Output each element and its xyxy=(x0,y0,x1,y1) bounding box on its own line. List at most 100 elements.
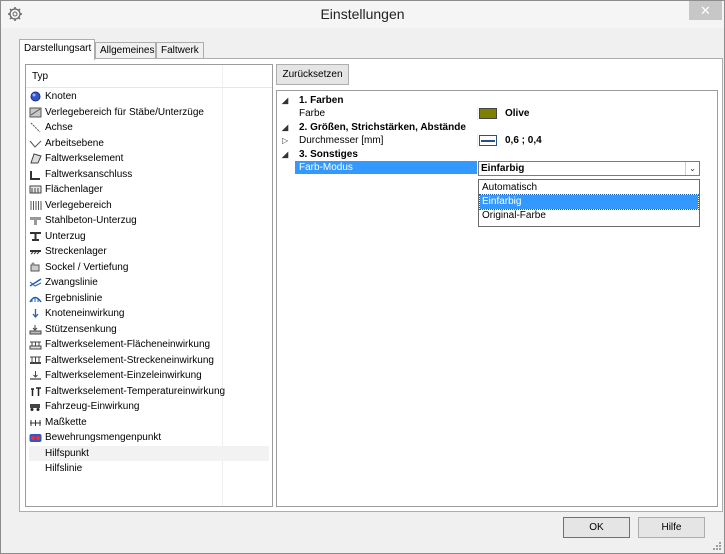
list-item[interactable]: Knoteneinwirkung xyxy=(29,306,269,321)
list-item-label: Faltwerkselement-Streckeneinwirkung xyxy=(45,354,214,366)
category-colors[interactable]: ◢ 1. Farben xyxy=(277,94,717,107)
list-item-label: Verlegebereich xyxy=(45,199,112,211)
color-swatch xyxy=(479,108,497,119)
column-settlement-icon xyxy=(29,324,42,334)
title-bar: Einstellungen ✕ xyxy=(1,1,724,28)
farbmodus-select[interactable]: Einfarbig ⌄ xyxy=(478,161,700,176)
property-farbe[interactable]: Farbe Olive xyxy=(277,107,717,120)
reset-button[interactable]: Zurücksetzen xyxy=(276,64,349,85)
grid-divider xyxy=(477,107,478,120)
close-icon: ✕ xyxy=(700,3,711,18)
placement-region-icon xyxy=(30,200,42,210)
list-item[interactable]: Faltwerkselement xyxy=(29,151,269,166)
dimension-chain-icon xyxy=(30,419,41,426)
list-item[interactable]: Verlegebereich für Stäbe/Unterzüge xyxy=(29,105,269,120)
folded-plate-element-icon xyxy=(30,153,42,164)
list-item-label: Faltwerkselement-Einzeleinwirkung xyxy=(45,370,202,381)
option-einfarbig[interactable]: Einfarbig xyxy=(479,194,699,210)
category-misc[interactable]: ◢ 3. Sonstiges xyxy=(277,148,717,161)
list-item[interactable]: Ergebnislinie xyxy=(29,291,269,306)
tab-darstellungsart[interactable]: Darstellungsart xyxy=(19,39,95,60)
list-item[interactable]: Stützensenkung xyxy=(29,322,269,337)
axis-icon xyxy=(30,122,41,133)
list-item[interactable]: Hilfslinie xyxy=(29,461,269,476)
list-item[interactable]: Achse xyxy=(29,120,269,135)
list-item[interactable]: Streckenlager xyxy=(29,244,269,259)
list-item[interactable]: Bewehrungsmengenpunkt xyxy=(29,430,269,445)
tab-allgemeines[interactable]: Allgemeines xyxy=(95,42,156,59)
vehicle-load-icon xyxy=(30,404,40,411)
list-item-label: Arbeitsebene xyxy=(45,137,104,149)
list-item-label: Sockel / Vertiefung xyxy=(45,261,129,273)
option-automatisch[interactable]: Automatisch xyxy=(480,181,698,195)
pedestal-icon xyxy=(30,262,40,271)
list-item[interactable]: Fahrzeug-Einwirkung xyxy=(29,399,269,414)
list-item[interactable]: Unterzug xyxy=(29,229,269,244)
list-item[interactable]: Faltwerkselement-Flächeneinwirkung xyxy=(29,337,269,352)
area-load-icon xyxy=(29,341,42,350)
list-item[interactable]: Zwangslinie xyxy=(29,275,269,290)
folded-plate-connection-icon xyxy=(30,170,40,180)
list-item-label: Bewehrungsmengenpunkt xyxy=(45,432,162,443)
type-column-header[interactable]: Typ xyxy=(26,65,272,88)
list-item-label: Knoteneinwirkung xyxy=(45,308,125,319)
category-label: 1. Farben xyxy=(299,95,344,106)
properties-area: Zurücksetzen ◢ 1. Farben Farbe Olive ◢ 2… xyxy=(276,64,718,507)
node-load-icon xyxy=(32,309,39,319)
property-name: Farb-Modus xyxy=(299,162,353,173)
close-button[interactable]: ✕ xyxy=(689,1,722,20)
list-item[interactable]: Faltwerkselement-Einzeleinwirkung xyxy=(29,368,269,383)
line-style-icon xyxy=(479,135,497,146)
type-list[interactable]: Typ Knoten Verlegebereich für Stäbe/Unter… xyxy=(25,64,273,507)
expand-arrow-icon[interactable]: ▷ xyxy=(282,134,292,147)
concrete-beam-icon xyxy=(30,217,41,225)
list-item[interactable]: Hilfspunkt xyxy=(29,445,269,461)
property-value: Olive xyxy=(505,108,530,119)
tab-panel: Typ Knoten Verlegebereich für Stäbe/Unter… xyxy=(19,58,723,512)
list-item-label: Faltwerkselement xyxy=(45,153,124,164)
list-item-label: Faltwerkselement-Temperatureinwirkung xyxy=(45,385,226,397)
list-item-label: Hilfslinie xyxy=(45,463,83,474)
list-item[interactable]: Arbeitsebene xyxy=(29,136,269,151)
tab-faltwerk[interactable]: Faltwerk xyxy=(156,42,204,59)
list-item-label: Faltwerksanschluss xyxy=(45,168,133,180)
list-item-label: Fahrzeug-Einwirkung xyxy=(45,401,140,412)
list-item-label: Stützensenkung xyxy=(45,323,117,335)
list-item-label: Flächenlager xyxy=(45,184,103,195)
ok-button[interactable]: OK xyxy=(563,517,630,538)
chevron-down-icon[interactable]: ⌄ xyxy=(685,162,699,175)
collapse-arrow-icon[interactable]: ◢ xyxy=(282,148,292,161)
list-item[interactable]: Flächenlager xyxy=(29,182,269,197)
list-item[interactable]: Faltwerkselement-Temperatureinwirkung xyxy=(29,384,269,399)
list-item[interactable]: Verlegebereich xyxy=(29,198,269,213)
placement-area-icon xyxy=(29,107,42,117)
list-item-label: Maßkette xyxy=(45,416,87,428)
list-item[interactable]: Maßkette xyxy=(29,415,269,430)
category-label: 3. Sonstiges xyxy=(299,149,358,160)
category-label: 2. Größen, Strichstärken, Abstände xyxy=(299,122,466,133)
list-item[interactable]: Sockel / Vertiefung xyxy=(29,260,269,275)
list-item-label: Hilfspunkt xyxy=(45,447,89,459)
property-name: Farbe xyxy=(299,108,326,119)
farbmodus-dropdown: Automatisch Einfarbig Original-Farbe xyxy=(478,179,700,227)
list-item[interactable]: Faltwerkselement-Streckeneinwirkung xyxy=(29,353,269,368)
list-item-label: Zwangslinie xyxy=(45,277,98,288)
property-value: 0,6 ; 0,4 xyxy=(505,135,542,146)
property-farbmodus[interactable]: Farb-Modus Einfarbig ⌄ xyxy=(277,161,717,176)
constraint-line-icon xyxy=(29,278,42,287)
list-item[interactable]: Knoten xyxy=(29,89,269,104)
property-durchmesser[interactable]: ▷ Durchmesser [mm] 0,6 ; 0,4 xyxy=(277,134,717,147)
collapse-arrow-icon[interactable]: ◢ xyxy=(282,121,292,134)
list-item[interactable]: Faltwerksanschluss xyxy=(29,167,269,182)
category-sizes[interactable]: ◢ 2. Größen, Strichstärken, Abstände xyxy=(277,121,717,134)
help-button[interactable]: Hilfe xyxy=(638,517,705,538)
property-grid: ◢ 1. Farben Farbe Olive ◢ 2. Größen, Str… xyxy=(276,90,718,507)
list-item-label: Unterzug xyxy=(45,230,86,242)
list-item[interactable]: Stahlbeton-Unterzug xyxy=(29,213,269,228)
resize-grip-icon[interactable] xyxy=(711,540,722,551)
collapse-arrow-icon[interactable]: ◢ xyxy=(282,94,292,107)
window-title: Einstellungen xyxy=(320,6,405,22)
list-item-label: Streckenlager xyxy=(45,246,107,257)
option-original-farbe[interactable]: Original-Farbe xyxy=(480,209,698,223)
property-name: Durchmesser [mm] xyxy=(299,135,384,146)
